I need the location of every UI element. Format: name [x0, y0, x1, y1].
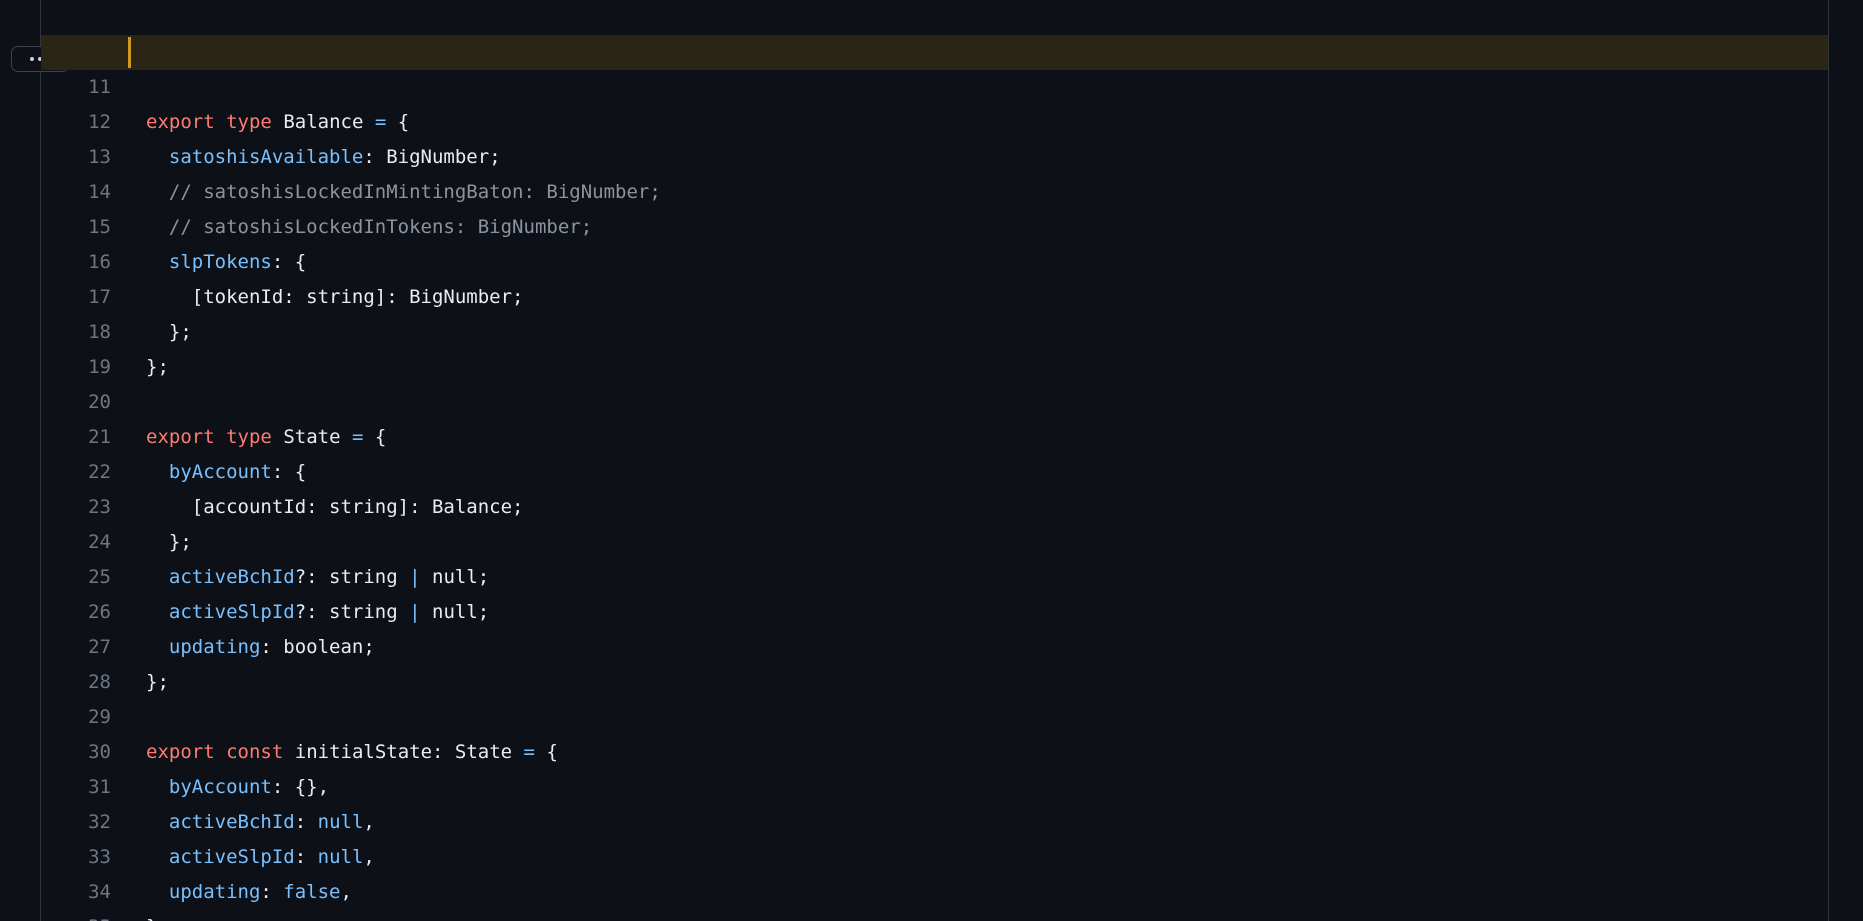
code-line: 28: [41, 630, 1828, 693]
code-line: 25 activeSlpId?: string | null;: [41, 525, 1828, 623]
code-line: 32 activeSlpId: null,: [41, 770, 1828, 868]
code-line: 21 byAccount: {: [41, 385, 1828, 483]
code-view: 10 11 export type Balance = { 12 satoshi…: [41, 0, 1828, 921]
code-line: 27 };: [41, 595, 1828, 693]
code-line: 16 [tokenId: string]: BigNumber;: [41, 210, 1828, 308]
code-line: 10: [41, 0, 1828, 63]
code-line: 22 [accountId: string]: Balance;: [41, 420, 1828, 518]
code-line: 13 // satoshisLockedInMintingBaton: BigN…: [41, 105, 1828, 203]
code-text: };: [146, 916, 169, 921]
code-line: 29 export const initialState: State = {: [41, 665, 1828, 763]
code-line: 19: [41, 315, 1828, 378]
code-line: 34 };: [41, 840, 1828, 921]
code-line: 23 };: [41, 455, 1828, 553]
code-line: 12 satoshisAvailable: BigNumber;: [41, 70, 1828, 168]
code-line: 35: [41, 875, 1828, 921]
code-line: 15 slpTokens: {: [41, 175, 1828, 273]
code-line: 18 };: [41, 280, 1828, 378]
code-line: 30 byAccount: {},: [41, 700, 1828, 798]
line-content: };: [146, 910, 169, 921]
code-line-highlighted: 11 export type Balance = {: [41, 35, 1828, 133]
line-number[interactable]: 35: [41, 910, 111, 921]
gutter-rail: [0, 0, 41, 921]
code-line: 26 updating: boolean;: [41, 560, 1828, 658]
code-line: 20 export type State = {: [41, 350, 1828, 448]
code-line: 33 updating: false,: [41, 805, 1828, 903]
code-line: 24 activeBchId?: string | null;: [41, 490, 1828, 588]
code-line: 14 // satoshisLockedInTokens: BigNumber;: [41, 140, 1828, 238]
code-line: 17 };: [41, 245, 1828, 343]
code-line: 31 activeBchId: null,: [41, 735, 1828, 833]
right-rail: [1828, 0, 1863, 921]
